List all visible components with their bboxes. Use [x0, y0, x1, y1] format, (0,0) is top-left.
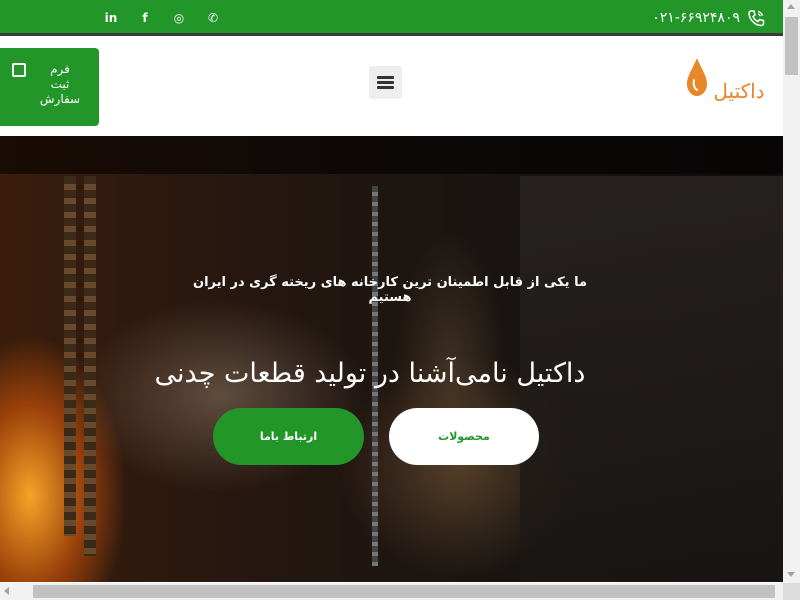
vertical-scrollbar[interactable] — [783, 0, 800, 600]
phone-icon — [748, 10, 765, 27]
vertical-scroll-thumb[interactable] — [785, 17, 798, 75]
scroll-down-icon[interactable] — [787, 572, 795, 577]
instagram-icon[interactable]: ◎ — [171, 10, 187, 26]
order-label-line1: فرم — [50, 62, 70, 76]
social-links: in f ◎ ✆ — [103, 10, 221, 26]
order-form-button[interactable]: فرم ثبت سفارش — [0, 48, 99, 126]
order-label-line3: سفارش — [39, 92, 81, 106]
contact-us-button[interactable]: ارتباط باما — [213, 408, 364, 465]
linkedin-icon[interactable]: in — [103, 10, 119, 26]
products-button[interactable]: محصولات — [389, 408, 539, 465]
site-logo[interactable]: داکتیل — [683, 56, 773, 108]
order-form-label: فرم ثبت سفارش — [30, 62, 90, 107]
hero-subtitle: ما یکی از قابل اطمینان ترین کارخانه های … — [192, 275, 588, 305]
phone-contact[interactable]: ۰۲۱-۶۶۹۲۴۸۰۹ — [652, 8, 766, 28]
order-label-line2: ثبت — [50, 77, 70, 91]
hamburger-menu-icon[interactable] — [369, 66, 402, 99]
top-bar: in f ◎ ✆ ۰۲۱-۶۶۹۲۴۸۰۹ — [0, 0, 783, 36]
note-icon — [12, 63, 26, 77]
logo-text: داکتیل — [713, 79, 764, 103]
horizontal-scrollbar[interactable] — [0, 583, 783, 600]
facebook-icon[interactable]: f — [137, 10, 153, 26]
whatsapp-icon[interactable]: ✆ — [205, 10, 221, 26]
hero-title: داکتیل نامی‌آشنا در تولید قطعات چدنی — [154, 358, 586, 389]
horizontal-scroll-thumb[interactable] — [33, 585, 775, 598]
phone-number[interactable]: ۰۲۱-۶۶۹۲۴۸۰۹ — [652, 10, 740, 26]
scroll-up-icon[interactable] — [787, 4, 795, 9]
scroll-left-icon[interactable] — [4, 587, 9, 595]
hero-section: ما یکی از قابل اطمینان ترین کارخانه های … — [0, 136, 783, 582]
